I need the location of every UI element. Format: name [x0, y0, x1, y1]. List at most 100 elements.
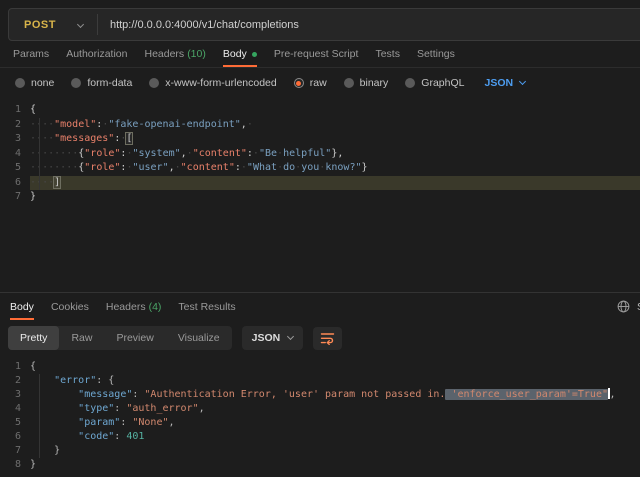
tab-tests[interactable]: Tests — [375, 41, 400, 67]
line-number: 8 — [0, 458, 30, 472]
radio-label: GraphQL — [421, 77, 464, 89]
code-line[interactable]: 8} — [0, 458, 640, 472]
indent-guide — [39, 118, 40, 190]
code-text: ········{"role":·"user",·"content":·"Wha… — [30, 161, 640, 176]
response-body-viewer[interactable]: 1{2 "error": {3 "message": "Authenticati… — [0, 356, 640, 477]
response-view-switcher: PrettyRawPreviewVisualize — [8, 326, 232, 350]
code-text: ····"messages":·[ — [30, 132, 640, 147]
code-line[interactable]: 1{ — [0, 360, 640, 374]
radio-icon — [15, 78, 25, 88]
radio-icon — [405, 78, 415, 88]
code-line[interactable]: 7 } — [0, 444, 640, 458]
view-pretty[interactable]: Pretty — [8, 326, 59, 350]
code-text: "type": "auth_error", — [30, 402, 640, 416]
radio-icon — [149, 78, 159, 88]
code-line[interactable]: 6····] — [0, 176, 640, 191]
code-line[interactable]: 4········{"role":·"system",·"content":·"… — [0, 147, 640, 162]
line-number: 4 — [0, 402, 30, 416]
chevron-down-icon — [287, 332, 294, 339]
response-meta-cluster: S — [617, 293, 640, 320]
code-text: { — [30, 360, 640, 374]
code-line[interactable]: 3····"messages":·[ — [0, 132, 640, 147]
tab-label: Body — [223, 48, 247, 60]
code-line[interactable]: 4 "type": "auth_error", — [0, 402, 640, 416]
code-text: } — [30, 190, 640, 205]
code-line[interactable]: 2····"model":·"fake-openai-endpoint",· — [0, 118, 640, 133]
divider — [97, 14, 98, 35]
tab-label: Pre-request Script — [274, 48, 359, 60]
code-text: ····"model":·"fake-openai-endpoint",· — [30, 118, 640, 133]
body-type-graphql[interactable]: GraphQL — [405, 77, 464, 89]
tab-label: Settings — [417, 48, 455, 60]
radio-label: binary — [360, 77, 389, 89]
wrap-text-button[interactable] — [313, 327, 342, 350]
request-language-label: JSON — [484, 77, 513, 89]
tab-label: Authorization — [66, 48, 127, 60]
wrap-text-icon — [320, 332, 335, 345]
tab-test-results[interactable]: Test Results — [178, 293, 235, 320]
tab-params[interactable]: Params — [13, 41, 49, 67]
url-input[interactable]: POST http://0.0.0.0:4000/v1/chat/complet… — [8, 8, 640, 41]
line-number: 6 — [0, 430, 30, 444]
line-number: 3 — [0, 388, 30, 402]
code-text: "code": 401 — [30, 430, 640, 444]
request-language-select[interactable]: JSON — [484, 77, 525, 89]
radio-label: form-data — [87, 77, 132, 89]
line-number: 6 — [0, 176, 30, 191]
line-number: 5 — [0, 161, 30, 176]
code-line[interactable]: 7} — [0, 190, 640, 205]
tab-pre-request-script[interactable]: Pre-request Script — [274, 41, 359, 67]
tab-count-badge: (10) — [187, 48, 206, 60]
line-number: 2 — [0, 374, 30, 388]
body-type-row: none form-data x-www-form-urlencoded raw bin… — [0, 68, 640, 98]
method-select[interactable]: POST — [9, 19, 56, 31]
view-preview[interactable]: Preview — [104, 326, 165, 350]
matched-bracket: [ — [126, 133, 132, 144]
line-number: 5 — [0, 416, 30, 430]
body-type-form-data[interactable]: form-data — [71, 77, 132, 89]
code-line[interactable]: 6 "code": 401 — [0, 430, 640, 444]
radio-label: raw — [310, 77, 327, 89]
view-raw[interactable]: Raw — [59, 326, 104, 350]
url-text[interactable]: http://0.0.0.0:4000/v1/chat/completions — [110, 19, 299, 31]
request-body-editor[interactable]: 1{2····"model":·"fake-openai-endpoint",·… — [0, 98, 640, 292]
tab-label: Body — [10, 301, 34, 313]
code-line[interactable]: 5········{"role":·"user",·"content":·"Wh… — [0, 161, 640, 176]
code-line[interactable]: 3 "message": "Authentication Error, 'use… — [0, 388, 640, 402]
tab-settings[interactable]: Settings — [417, 41, 455, 67]
code-line[interactable]: 2 "error": { — [0, 374, 640, 388]
tab-label: Cookies — [51, 301, 89, 313]
line-number: 7 — [0, 190, 30, 205]
code-text: { — [30, 103, 640, 118]
line-number: 2 — [0, 118, 30, 133]
tab-body[interactable]: Body — [223, 41, 257, 67]
response-language-label: JSON — [252, 332, 281, 344]
matched-bracket: ] — [54, 177, 60, 188]
code-line[interactable]: 1{ — [0, 103, 640, 118]
radio-icon — [71, 78, 81, 88]
tab-label: Headers — [106, 301, 146, 313]
unsaved-body-dot-icon — [252, 52, 257, 57]
request-tabs: Params Authorization Headers (10) Body Pre-r… — [0, 41, 640, 68]
code-text: "message": "Authentication Error, 'user'… — [30, 388, 640, 402]
tab-headers[interactable]: Headers (4) — [106, 293, 162, 320]
body-type-none[interactable]: none — [15, 77, 54, 89]
tab-body[interactable]: Body — [10, 293, 34, 320]
body-type-raw[interactable]: raw — [294, 77, 327, 89]
globe-icon[interactable] — [617, 300, 630, 313]
code-line[interactable]: 5 "param": "None", — [0, 416, 640, 430]
body-type-binary[interactable]: binary — [344, 77, 389, 89]
tab-headers[interactable]: Headers (10) — [144, 41, 205, 67]
chevron-down-icon[interactable] — [78, 16, 83, 34]
indent-guide — [39, 374, 40, 458]
tab-cookies[interactable]: Cookies — [51, 293, 89, 320]
body-type-x-www-form-urlencoded[interactable]: x-www-form-urlencoded — [149, 77, 276, 89]
tab-authorization[interactable]: Authorization — [66, 41, 127, 67]
response-language-select[interactable]: JSON — [242, 326, 304, 350]
tab-label: Tests — [375, 48, 400, 60]
view-visualize[interactable]: Visualize — [166, 326, 232, 350]
response-panel: Body Cookies Headers (4) Test Results S Pret… — [0, 292, 640, 477]
tab-label: Test Results — [178, 301, 235, 313]
tab-count-badge: (4) — [149, 301, 162, 313]
line-number: 7 — [0, 444, 30, 458]
